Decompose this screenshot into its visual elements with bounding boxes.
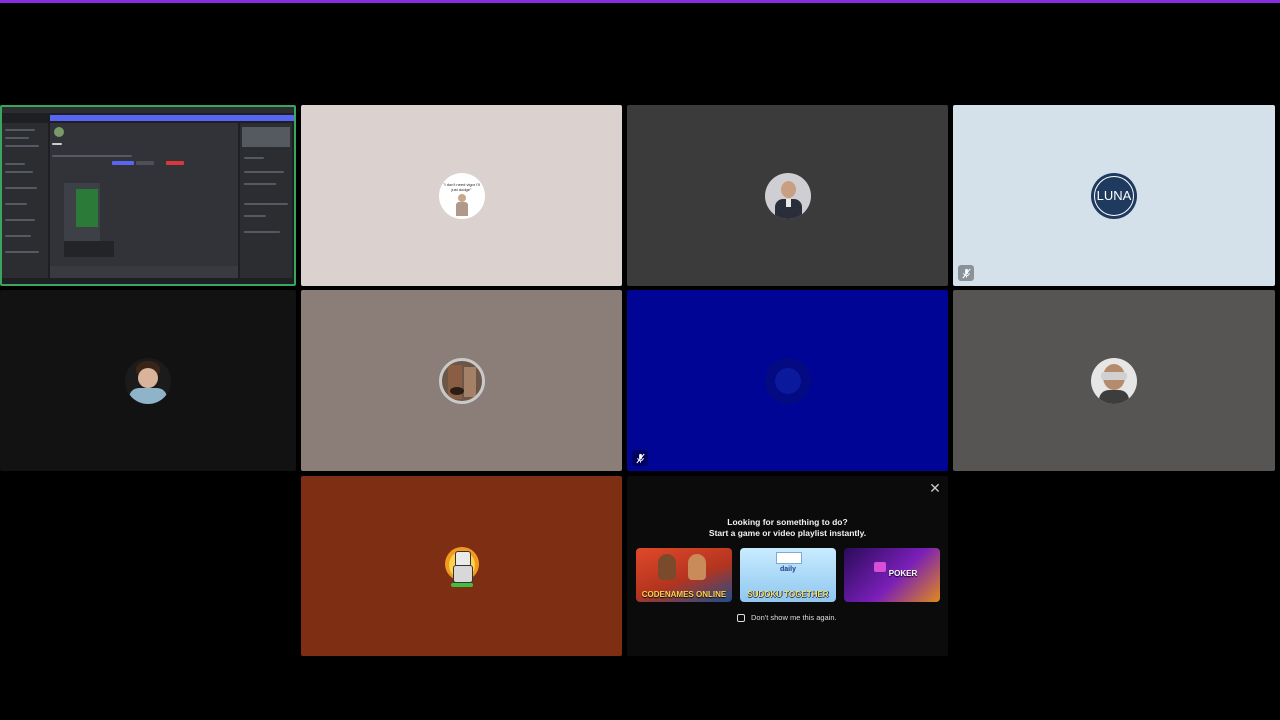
mic-muted-icon	[632, 450, 648, 466]
poker-label: POKER	[888, 569, 918, 578]
person-avatar	[764, 172, 811, 219]
participant-tile-4[interactable]: LUNA	[953, 105, 1275, 286]
ring-avatar	[438, 357, 485, 404]
person-avatar	[125, 357, 171, 404]
accent-bar	[0, 0, 1280, 3]
dont-show-again-toggle[interactable]: Don't show me this again.	[737, 613, 837, 622]
participant-tile-5[interactable]	[0, 290, 296, 471]
mic-muted-icon	[958, 265, 974, 281]
codenames-game-card[interactable]: CODENAMES ONLINE	[636, 548, 732, 602]
dont-show-again-label: Don't show me this again.	[751, 613, 837, 622]
shared-window-right-panel	[240, 123, 292, 278]
sudoku-top-label: daily	[780, 566, 796, 573]
robot-fire-avatar	[439, 543, 485, 589]
activity-prompt: ✕ Looking for something to do? Start a g…	[627, 476, 948, 656]
prompt-title: Looking for something to do?	[727, 517, 848, 527]
sudoku-game-card[interactable]: daily SUDOKU TOGETHER	[740, 548, 836, 602]
participant-tile-3[interactable]	[627, 105, 948, 286]
close-icon[interactable]: ✕	[928, 481, 942, 495]
person-avatar	[1091, 357, 1137, 404]
participant-tile-8[interactable]	[953, 290, 1275, 471]
shared-window-titlebar	[2, 107, 294, 113]
shared-window-chat	[50, 123, 238, 278]
shared-window-banner	[50, 115, 294, 121]
codenames-icon	[658, 554, 676, 580]
avatar-quote-text: "I don't need vigor I'll just dodge"	[443, 181, 480, 192]
shared-window-sidebar	[2, 123, 48, 278]
poker-game-card[interactable]: POKER	[844, 548, 940, 602]
quote-avatar: "I don't need vigor I'll just dodge"	[438, 172, 485, 219]
sudoku-icon	[776, 552, 802, 564]
dark-blue-avatar	[764, 357, 811, 404]
codenames-label: CODENAMES ONLINE	[641, 590, 727, 599]
luna-logo-text: LUNA	[1096, 187, 1132, 203]
prompt-subtitle: Start a game or video playlist instantly…	[708, 528, 867, 538]
participant-tile-2[interactable]: "I don't need vigor I'll just dodge"	[301, 105, 622, 286]
screen-share-tile[interactable]	[0, 105, 296, 286]
participant-tile-6[interactable]	[301, 290, 622, 471]
checkbox-icon[interactable]	[737, 613, 745, 622]
sudoku-label: SUDOKU TOGETHER	[747, 590, 829, 599]
participant-tile-7[interactable]	[627, 290, 948, 471]
luna-logo-avatar: LUNA	[1091, 172, 1137, 219]
participant-tile-9[interactable]	[301, 476, 622, 656]
